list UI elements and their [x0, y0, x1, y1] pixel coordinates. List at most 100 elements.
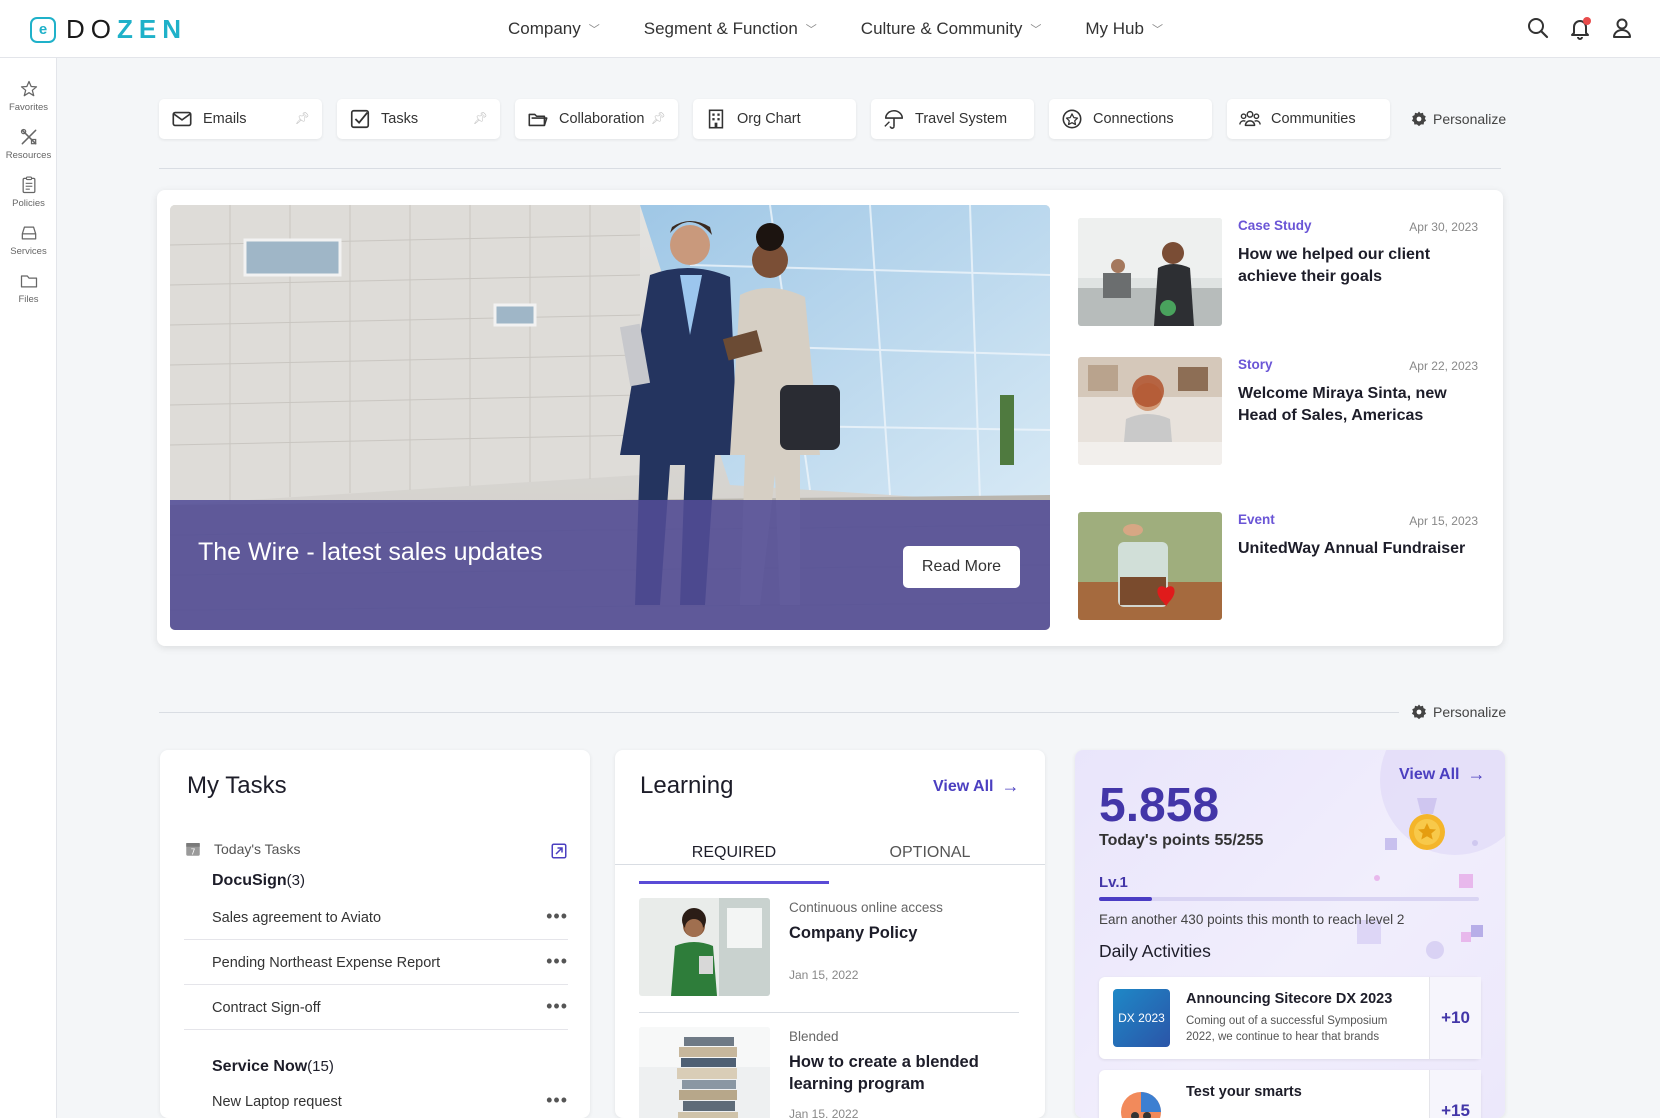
news-item[interactable]: Event Apr 15, 2023 UnitedWay Annual Fund…: [1078, 512, 1478, 622]
learning-card: Learning View All → REQUIRED OPTIONAL Con…: [615, 750, 1045, 1118]
quick-link-emails[interactable]: Emails 📌︎: [159, 99, 322, 139]
more-options-icon[interactable]: •••: [546, 906, 568, 927]
sidebar-item-files[interactable]: Files: [0, 264, 57, 312]
learning-thumbnail: [639, 898, 770, 996]
news-title[interactable]: UnitedWay Annual Fundraiser: [1238, 538, 1468, 560]
activity-thumbnail: [1113, 1082, 1170, 1118]
activity-card[interactable]: Test your smarts +15: [1099, 1070, 1481, 1118]
tab-optional[interactable]: OPTIONAL: [835, 840, 1025, 884]
task-row[interactable]: Pending Northeast Expense Report •••: [184, 941, 568, 985]
pin-icon[interactable]: 📌︎: [651, 111, 666, 125]
learning-type: Continuous online access: [789, 900, 943, 915]
points-view-all-link[interactable]: View All →: [1399, 764, 1485, 785]
nav-item-culture-community[interactable]: Culture & Community ﹀: [861, 19, 1042, 39]
open-external-icon[interactable]: [550, 842, 568, 860]
featured-news-card: The Wire - latest sales updates Read Mor…: [157, 190, 1503, 646]
personalize-widgets-button[interactable]: Personalize: [1410, 703, 1506, 721]
sidebar-item-label: Resources: [5, 150, 52, 161]
nav-item-segment-function[interactable]: Segment & Function ﹀: [644, 19, 817, 39]
activity-points: +10: [1429, 977, 1481, 1059]
pin-icon[interactable]: 📌︎: [295, 111, 310, 125]
gear-icon: [1411, 704, 1427, 720]
medal-icon: [1409, 798, 1445, 850]
activity-points: +15: [1429, 1070, 1481, 1118]
sidebar-item-resources[interactable]: Resources: [0, 120, 57, 168]
personalize-quick-links-button[interactable]: Personalize: [1410, 110, 1506, 128]
logo-text-part-b: ZEN: [117, 14, 187, 44]
tab-required[interactable]: REQUIRED: [639, 840, 829, 884]
sidebar-item-label: Favorites: [8, 102, 49, 113]
news-date: Apr 22, 2023: [1409, 359, 1478, 373]
task-row[interactable]: Sales agreement to Aviato •••: [184, 896, 568, 940]
news-thumbnail: [1078, 512, 1222, 620]
task-label: Pending Northeast Expense Report: [212, 955, 441, 971]
quick-link-collaboration[interactable]: Collaboration 📌︎: [515, 99, 678, 139]
sidebar-item-label: Files: [18, 294, 39, 305]
task-label: Sales agreement to Aviato: [212, 910, 382, 926]
task-label: Contract Sign-off: [212, 1000, 321, 1016]
checkbox-icon: [350, 109, 370, 129]
task-group-count: (3): [286, 872, 306, 889]
view-all-label: View All: [933, 777, 994, 795]
level-progress-bar: [1099, 897, 1479, 901]
nav-item-company[interactable]: Company ﹀: [508, 19, 600, 39]
quick-link-label: Travel System: [915, 111, 1008, 127]
quick-link-communities[interactable]: Communities: [1227, 99, 1390, 139]
arrow-right-icon: →: [1467, 764, 1486, 784]
news-date: Apr 15, 2023: [1409, 514, 1478, 528]
arrow-right-icon: →: [1001, 776, 1020, 796]
quick-link-travel-system[interactable]: Travel System: [871, 99, 1034, 139]
learning-title-text: How to create a blended learning program: [789, 1053, 979, 1093]
quick-link-label: Connections: [1093, 111, 1174, 127]
user-icon[interactable]: [1610, 16, 1634, 40]
search-icon[interactable]: [1526, 16, 1550, 40]
personalize-label: Personalize: [1433, 111, 1507, 127]
activity-card[interactable]: DX 2023 Announcing Sitecore DX 2023 Comi…: [1099, 977, 1481, 1059]
my-tasks-card: My Tasks 7 Today's Tasks DocuSign(3) Sal…: [160, 750, 590, 1118]
activity-title: Announcing Sitecore DX 2023: [1186, 991, 1393, 1007]
quick-link-org-chart[interactable]: Org Chart: [693, 99, 856, 139]
pin-icon[interactable]: 📌︎: [473, 111, 488, 125]
task-row[interactable]: New Laptop request •••: [184, 1080, 568, 1118]
main-nav: Company ﹀ Segment & Function ﹀ Culture & C…: [508, 0, 1207, 58]
nav-item-my-hub[interactable]: My Hub ﹀: [1085, 19, 1163, 39]
sidebar-item-services[interactable]: Services: [0, 216, 57, 264]
news-item[interactable]: Story Apr 22, 2023 Welcome Miraya Sinta,…: [1078, 357, 1478, 467]
quick-link-tasks[interactable]: Tasks 📌︎: [337, 99, 500, 139]
logo-text-part-a: DO: [66, 14, 117, 44]
news-thumbnail: [1078, 218, 1222, 326]
divider: [159, 712, 1399, 713]
more-options-icon[interactable]: •••: [546, 1090, 568, 1111]
nav-label: My Hub: [1085, 19, 1144, 38]
todays-tasks-header: 7 Today's Tasks: [184, 840, 300, 858]
more-options-icon[interactable]: •••: [546, 951, 568, 972]
news-item[interactable]: Case Study Apr 30, 2023 How we helped ou…: [1078, 218, 1478, 328]
quick-link-connections[interactable]: Connections: [1049, 99, 1212, 139]
svg-text:7: 7: [191, 847, 196, 856]
learning-view-all-link[interactable]: View All →: [933, 776, 1019, 797]
more-options-icon[interactable]: •••: [546, 996, 568, 1017]
tabs-divider: [615, 864, 1045, 865]
nav-label: Company: [508, 19, 581, 38]
quick-link-label: Org Chart: [737, 111, 801, 127]
sidebar-item-policies[interactable]: Policies: [0, 168, 57, 216]
learning-item[interactable]: Continuous online access Company Policy …: [639, 898, 1019, 1024]
news-category: Story: [1238, 357, 1273, 372]
dozen-logo[interactable]: e DOZEN: [30, 14, 187, 45]
activity-title: Test your smarts: [1186, 1084, 1302, 1100]
read-more-button[interactable]: Read More: [903, 546, 1020, 588]
task-group-title: Service Now(15): [212, 1058, 334, 1076]
learning-item[interactable]: Blended How to create a blended learning…: [639, 1027, 1019, 1118]
quick-links-bar: Emails 📌︎ Tasks 📌︎ Collaboration 📌︎ Org …: [159, 99, 1405, 139]
sidebar-item-favorites[interactable]: Favorites: [0, 72, 57, 120]
news-title[interactable]: Welcome Miraya Sinta, new Head of Sales,…: [1238, 383, 1468, 427]
task-row[interactable]: Contract Sign-off •••: [184, 986, 568, 1030]
news-title[interactable]: How we helped our client achieve their g…: [1238, 244, 1468, 288]
task-group-count: (15): [307, 1058, 334, 1075]
hero-banner[interactable]: The Wire - latest sales updates Read Mor…: [170, 205, 1050, 630]
bell-icon[interactable]: [1568, 16, 1592, 40]
chevron-down-icon: ﹀: [805, 24, 817, 36]
points-card: View All → 5.858 Today's points 55/255 Lv…: [1075, 750, 1505, 1118]
view-all-label: View All: [1399, 765, 1460, 783]
news-thumbnail: [1078, 357, 1222, 465]
